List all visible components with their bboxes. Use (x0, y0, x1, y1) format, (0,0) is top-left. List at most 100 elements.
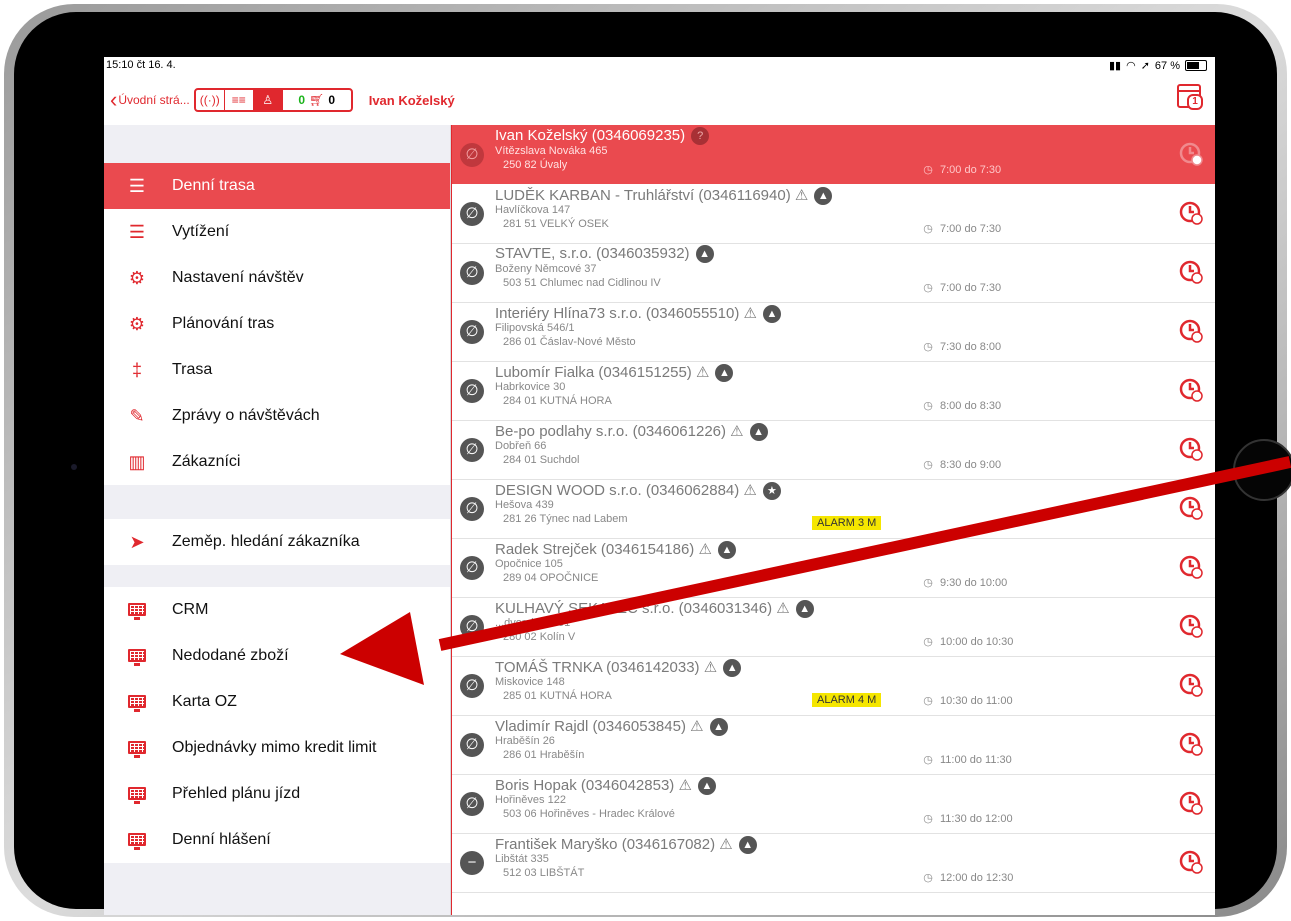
visit-row[interactable]: ∅ LUDĚK KARBAN - Truhlářství (0346116940)… (452, 184, 1215, 244)
visit-name-line: DESIGN WOOD s.r.o. (0346062884) ⚠ ★ (495, 481, 781, 500)
menu-item-planovani-tras[interactable]: ⚙ Plánování tras (104, 301, 450, 348)
visit-info-icon[interactable] (1178, 200, 1204, 226)
visit-city: 289 04 OPOČNICE (503, 572, 599, 584)
visit-info-icon[interactable] (1178, 731, 1204, 757)
visit-info-icon[interactable] (1178, 436, 1204, 462)
monitor-icon (126, 830, 148, 851)
visit-info-icon[interactable] (1178, 377, 1204, 403)
visit-row[interactable]: ∅ Interiéry Hlína73 s.r.o. (0346055510) ⚠… (452, 302, 1215, 362)
visit-name-line: Vladimír Rajdl (0346053845) ⚠ ▲ (495, 717, 728, 736)
visit-info-icon[interactable] (1178, 613, 1204, 639)
visit-row[interactable]: ∅ STAVTE, s.r.o. (0346035932) ▲ Boženy Němc… (452, 243, 1215, 303)
visit-info-icon[interactable] (1178, 849, 1204, 875)
clock-icon: ◷ (923, 164, 933, 176)
menu-item-denni-trasa[interactable]: ☰ Denní trasa (104, 163, 450, 209)
visit-row[interactable]: − František Maryško (0346167082) ⚠ ▲ Libštá… (452, 833, 1215, 893)
visit-time: ◷ 8:30 do 9:00 (923, 459, 1002, 471)
visit-badge-icon: ▲ (695, 245, 714, 263)
chevron-left-icon: ‹ (110, 87, 118, 112)
visit-name-line: František Maryško (0346167082) ⚠ ▲ (495, 835, 757, 854)
menu-item-crm[interactable]: CRM (104, 587, 450, 634)
visit-row[interactable]: ∅ Be-po podlahy s.r.o. (0346061226) ⚠ ▲ Dob… (452, 420, 1215, 480)
menu-item-vytizeni[interactable]: ☰ Vytížení (104, 209, 450, 256)
visit-time: ◷ 7:00 do 7:30 (923, 282, 1002, 294)
user-tab[interactable]: ♙ (253, 90, 283, 110)
location-arrow-icon: ➤ (129, 531, 145, 552)
visit-info-icon[interactable] (1178, 259, 1204, 285)
menu-item-nedodane-zbozi[interactable]: Nedodané zboží (104, 633, 450, 680)
status-icons: ▮▮ ◠ ➚ 67 % (1109, 59, 1207, 72)
visit-row[interactable]: ∅ Boris Hopak (0346042853) ⚠ ▲ Hořiněves 12… (452, 774, 1215, 834)
visit-time: ◷ 11:00 do 11:30 (923, 754, 1012, 766)
cart-tab[interactable]: 0 🛒︎ 0 (283, 90, 351, 110)
menu-item-trasa[interactable]: ‡ Trasa (104, 347, 450, 394)
list-tab[interactable]: ≡≡ (225, 90, 254, 110)
screen: 15:10 čt 16. 4. ▮▮ ◠ ➚ 67 % ‹ Úvodní str… (104, 57, 1215, 915)
list-icon: ☰ (128, 221, 146, 242)
visit-status-icon: ∅ (460, 379, 484, 403)
visit-street: Hořiněves 122 (495, 794, 566, 806)
visit-name: Interiéry Hlína73 s.r.o. (0346055510) ⚠ (495, 305, 757, 322)
visit-name: DESIGN WOOD s.r.o. (0346062884) ⚠ (495, 482, 757, 499)
visit-info-icon[interactable] (1178, 790, 1204, 816)
visit-info-icon[interactable] (1178, 318, 1204, 344)
visit-name: František Maryško (0346167082) ⚠ (495, 836, 733, 853)
visit-row[interactable]: ∅ KULHAVÝ SEKAVEC s.r.o. (0346031346) ⚠ ▲.… (452, 597, 1215, 657)
mode-segmented-control: ((·)) ≡≡ ♙ 0 🛒︎ 0 (193, 88, 353, 112)
visit-row[interactable]: ∅ Lubomír Fialka (0346151255) ⚠ ▲ Habrkovic… (452, 361, 1215, 421)
clock-icon: ◷ (923, 813, 933, 825)
visit-city: 250 82 Úvaly (503, 159, 568, 171)
gear-network-icon: ⚙ (128, 267, 146, 288)
visit-badge-icon: ▲ (723, 659, 742, 677)
menu-item-zpravy[interactable]: ✎ Zprávy o návštěvách (104, 393, 450, 440)
visit-name: STAVTE, s.r.o. (0346035932) (495, 245, 690, 262)
menu-item-objednavky[interactable]: Objednávky mimo kredit limit (104, 725, 450, 772)
battery-percent: 67 % (1154, 59, 1180, 72)
cart-count-right: 0 (328, 93, 335, 107)
visit-badge-icon: ▲ (697, 777, 716, 795)
visit-street: Filipovská 546/1 (495, 322, 575, 334)
status-bar: 15:10 čt 16. 4. ▮▮ ◠ ➚ 67 % (104, 57, 1215, 75)
status-time: 15:10 čt 16. 4. (106, 59, 176, 71)
visit-badge-icon: ▲ (709, 718, 728, 736)
visit-badge-icon: ★ (762, 482, 781, 500)
sidebar: ☰ Denní trasa ☰ Vytížení ⚙ Nastavení náv… (104, 125, 451, 915)
nav-bar: ‹ Úvodní strá... ((·)) ≡≡ ♙ 0 🛒︎ 0 Ivan … (104, 75, 1215, 125)
menu-item-denni-hlaseni[interactable]: Denní hlášení (104, 817, 450, 863)
visit-badge-icon: ▲ (762, 305, 781, 323)
visit-row[interactable]: ∅ DESIGN WOOD s.r.o. (0346062884) ⚠ ★ Hešov… (452, 479, 1215, 539)
back-button[interactable]: ‹ Úvodní strá... (110, 89, 190, 111)
visit-city: 286 01 Hraběšín (503, 749, 585, 761)
visit-city: 281 26 Týnec nad Labem (503, 513, 628, 525)
visit-city: 284 01 KUTNÁ HORA (503, 395, 612, 407)
visit-info-icon[interactable] (1178, 495, 1204, 521)
menu-item-zakaznici[interactable]: ▥ Zákazníci (104, 439, 450, 485)
visit-row[interactable]: ∅ Radek Strejček (0346154186) ⚠ ▲ Opočnice … (452, 538, 1215, 598)
visit-info-icon[interactable] (1178, 141, 1204, 167)
menu-item-nastaveni-navstev[interactable]: ⚙ Nastavení návštěv (104, 255, 450, 302)
visit-badge-icon: ▲ (749, 423, 768, 441)
visit-status-icon: ∅ (460, 792, 484, 816)
menu-item-karta-oz[interactable]: Karta OZ (104, 679, 450, 726)
visit-name: Vladimír Rajdl (0346053845) ⚠ (495, 718, 704, 735)
menu-item-prehled-planu[interactable]: Přehled plánu jízd (104, 771, 450, 818)
visit-info-icon[interactable] (1178, 554, 1204, 580)
calendar-add-icon[interactable]: 1 (1177, 84, 1203, 110)
note-edit-icon: ✎ (129, 405, 145, 426)
visit-row[interactable]: ∅ Vladimír Rajdl (0346053845) ⚠ ▲ Hraběšín … (452, 715, 1215, 775)
visit-time: ◷ 9:30 do 10:00 (923, 577, 1008, 589)
visit-name-line: LUDĚK KARBAN - Truhlářství (0346116940) … (495, 186, 833, 205)
menu-item-zemep-hledani[interactable]: ➤ Zeměp. hledání zákazníka (104, 519, 450, 565)
visit-name-line: Boris Hopak (0346042853) ⚠ ▲ (495, 776, 716, 795)
visit-status-icon: ∅ (460, 497, 484, 521)
visit-time: ◷ 12:00 do 12:30 (923, 872, 1014, 884)
battery-icon (1185, 60, 1207, 71)
visit-row[interactable]: ∅ TOMÁŠ TRNKA (0346142033) ⚠ ▲ Miskovice 14… (452, 656, 1215, 716)
clock-icon: ◷ (923, 695, 933, 707)
signal-tab[interactable]: ((·)) (196, 90, 225, 110)
visit-info-icon[interactable] (1178, 672, 1204, 698)
clock-icon: ◷ (923, 400, 933, 412)
monitor-icon (126, 600, 148, 621)
visit-time: ◷ 7:30 do 8:00 (923, 341, 1002, 353)
visit-row[interactable]: ∅ Ivan Koželský (0346069235)? Vítězslava N… (452, 125, 1215, 184)
